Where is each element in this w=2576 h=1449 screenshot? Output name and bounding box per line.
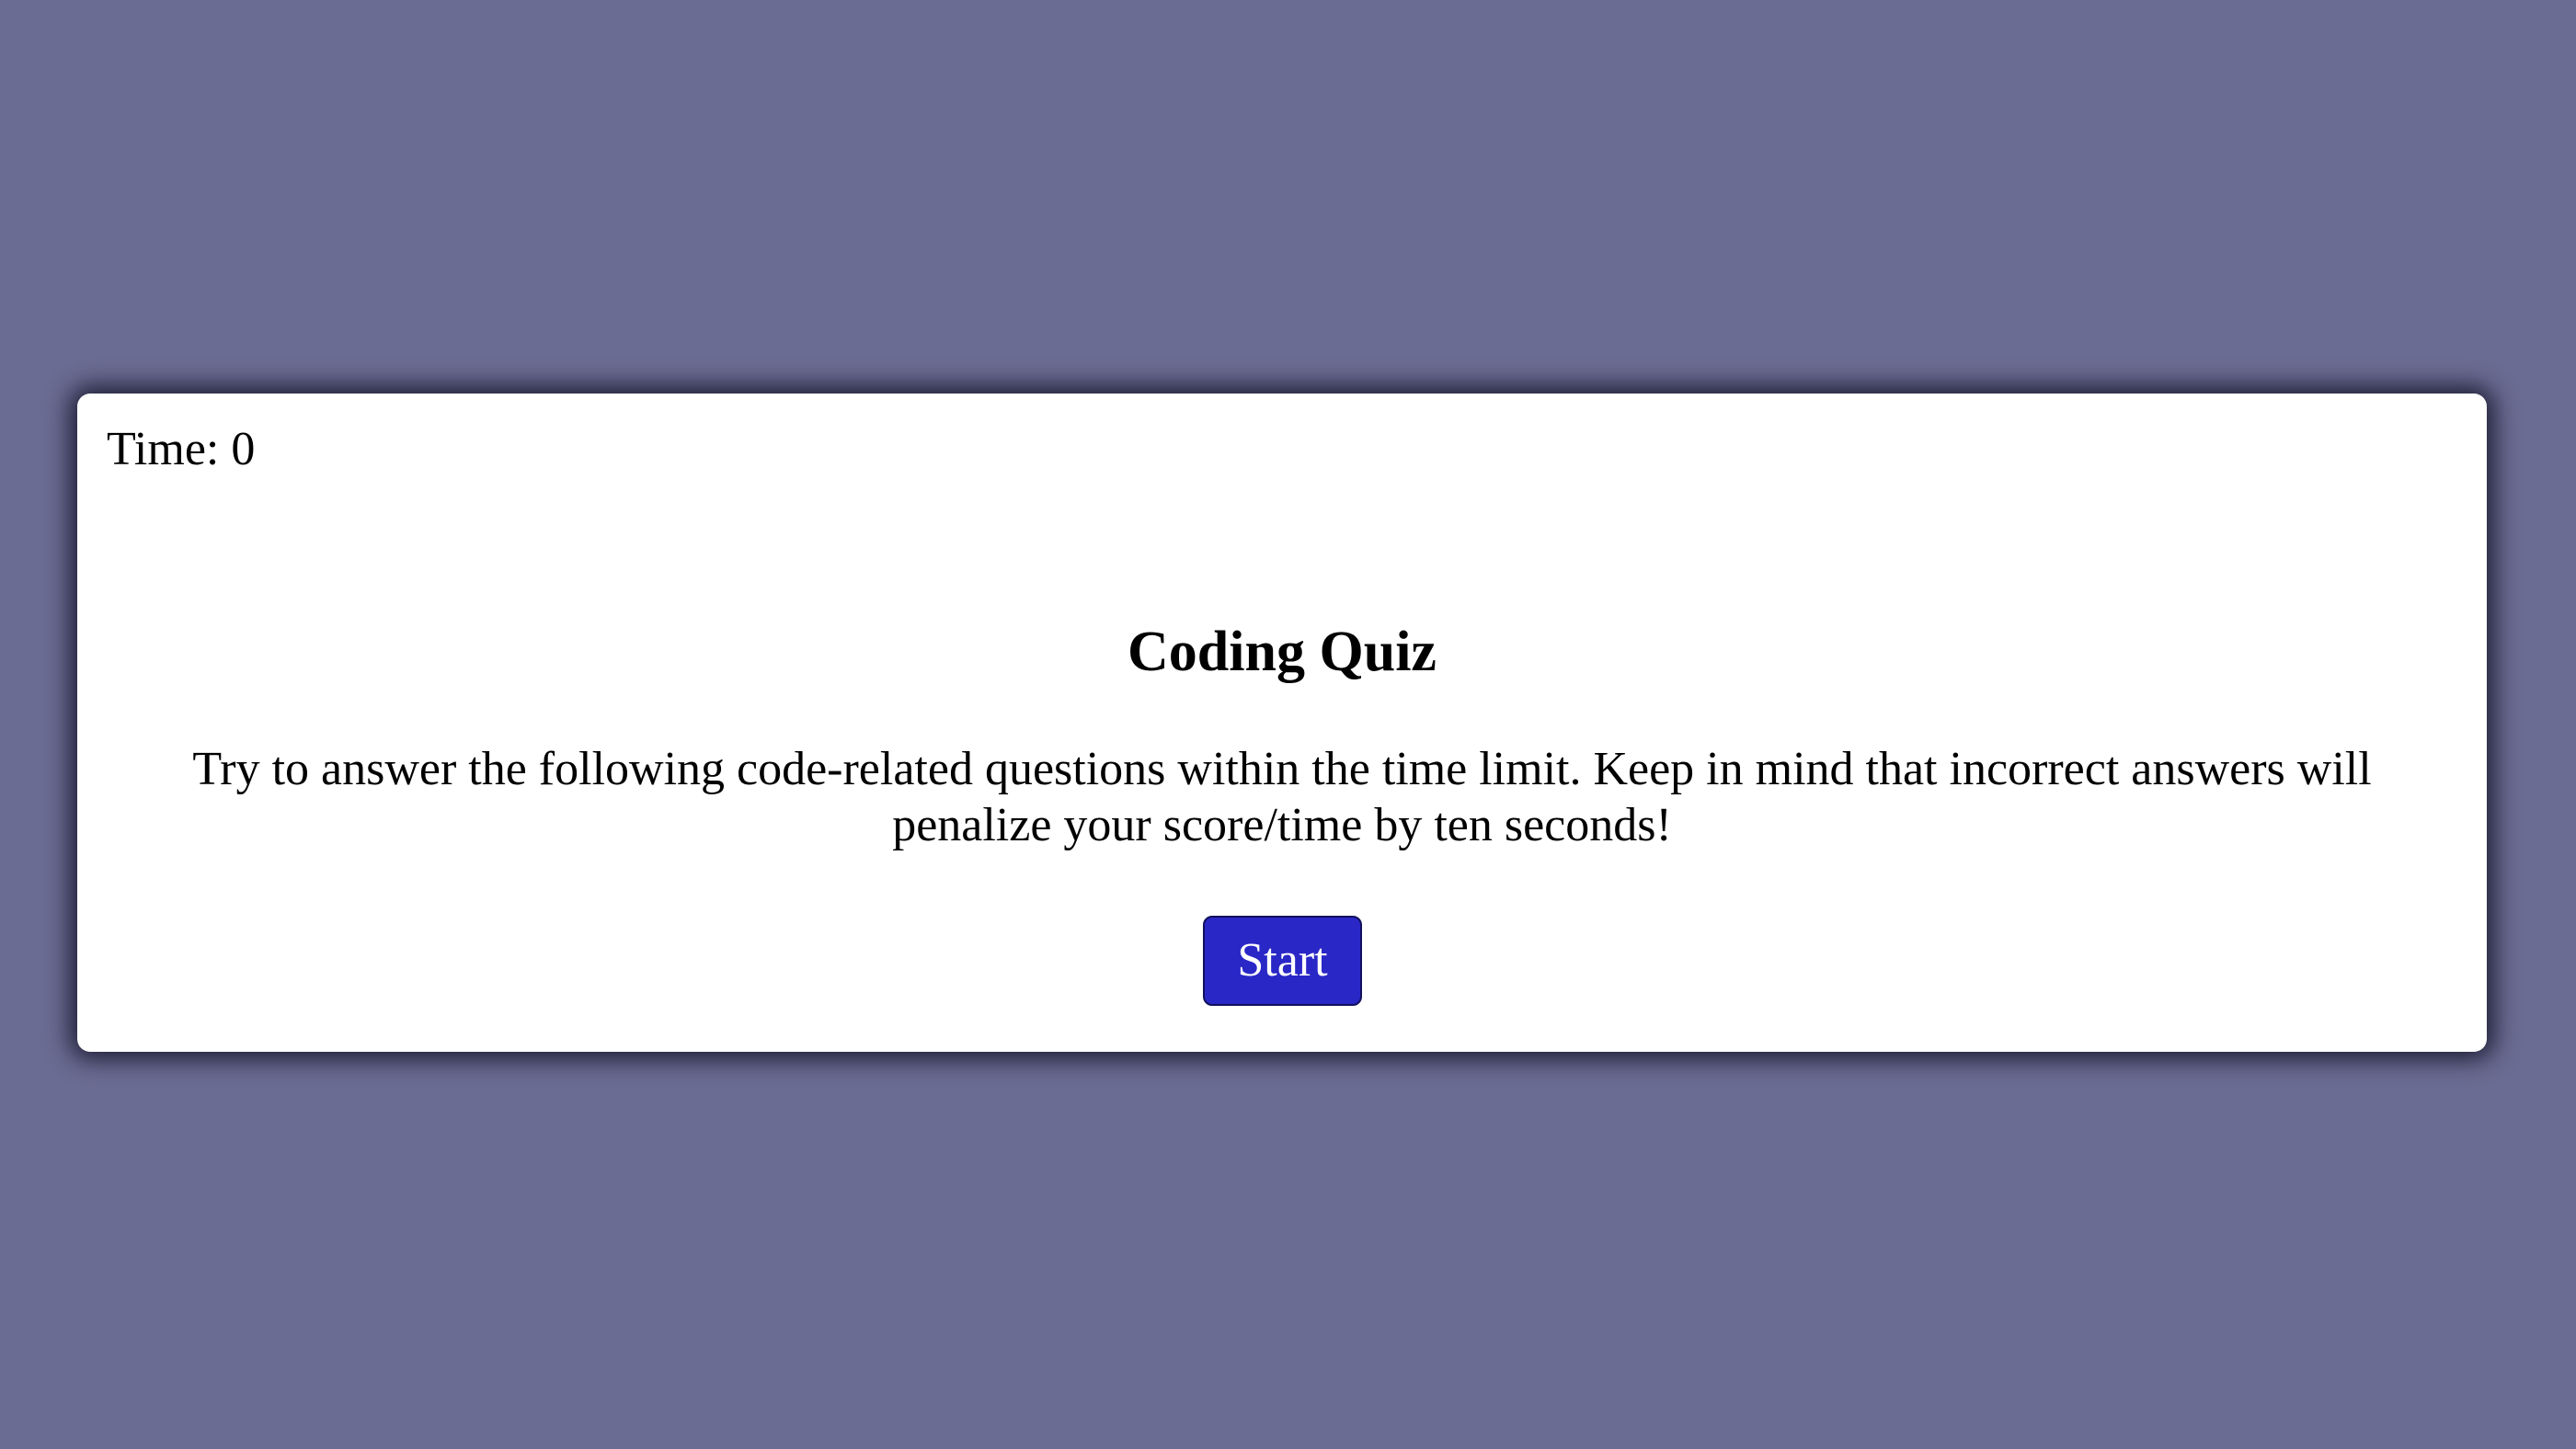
start-button[interactable]: Start [1203, 916, 1362, 1006]
timer-display: Time: 0 [107, 423, 256, 475]
quiz-title: Coding Quiz [1128, 621, 1437, 683]
quiz-description: Try to answer the following code-related… [192, 743, 2372, 852]
quiz-card: Time: 0 Coding Quiz Try to answer the fo… [77, 394, 2487, 1052]
